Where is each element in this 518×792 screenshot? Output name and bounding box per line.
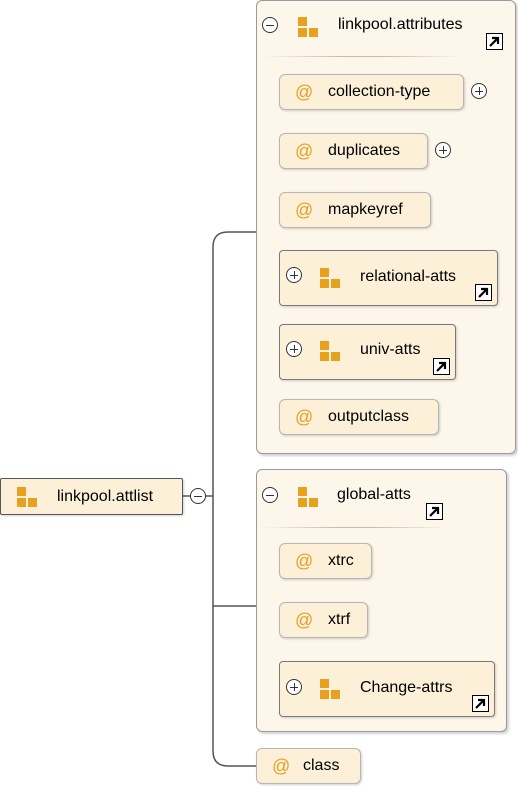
collapse-global-atts-button[interactable] (262, 487, 278, 503)
external-link-arrow-icon[interactable] (475, 284, 492, 301)
attribute-label: xtrc (328, 552, 354, 569)
root-attribute-group-node[interactable]: linkpool.attlist (0, 478, 183, 515)
attribute-duplicates[interactable]: @ duplicates (279, 133, 428, 169)
external-link-arrow-icon[interactable] (472, 695, 489, 712)
collapse-linkpool-attributes-button[interactable] (262, 17, 278, 33)
group-ref-label: relational-atts (360, 268, 457, 285)
expand-relational-atts-button[interactable] (286, 267, 302, 283)
at-icon: @ (295, 140, 314, 161)
group-separator (263, 56, 463, 57)
attribute-group-icon (298, 487, 318, 507)
attribute-label: class (303, 757, 340, 774)
expand-duplicates-button[interactable] (435, 142, 451, 158)
univ-atts-group-ref[interactable]: univ-atts (279, 324, 456, 380)
change-attrs-group-ref[interactable]: Change-attrs (279, 661, 495, 717)
at-icon: @ (295, 406, 314, 427)
attribute-label: xtrf (328, 611, 351, 628)
at-icon: @ (272, 755, 291, 776)
attribute-outputclass[interactable]: @ outputclass (279, 399, 439, 435)
expand-collection-type-button[interactable] (471, 83, 487, 99)
group-separator (263, 527, 448, 528)
attribute-group-icon (320, 268, 340, 288)
at-icon: @ (295, 199, 314, 220)
external-link-arrow-icon[interactable] (486, 33, 503, 50)
group-ref-label: univ-atts (360, 341, 421, 358)
collapse-root-button[interactable] (190, 488, 206, 504)
root-label: linkpool.attlist (57, 488, 154, 505)
external-link-arrow-icon[interactable] (433, 358, 450, 375)
attribute-group-icon (17, 487, 37, 507)
attribute-xtrf[interactable]: @ xtrf (279, 602, 368, 638)
attribute-xtrc[interactable]: @ xtrc (279, 543, 372, 579)
group-title: global-atts (337, 486, 411, 503)
external-link-arrow-icon[interactable] (426, 503, 443, 520)
attribute-group-icon (320, 341, 340, 361)
expand-change-attrs-button[interactable] (286, 679, 302, 695)
attribute-group-icon (298, 17, 318, 37)
relational-atts-group-ref[interactable]: relational-atts (279, 250, 498, 306)
expand-univ-atts-button[interactable] (286, 341, 302, 357)
group-title: linkpool.attributes (338, 16, 463, 33)
at-icon: @ (295, 609, 314, 630)
attribute-label: duplicates (328, 142, 401, 159)
attribute-mapkeyref[interactable]: @ mapkeyref (279, 192, 431, 228)
attribute-group-icon (320, 679, 340, 699)
attribute-class[interactable]: @ class (256, 748, 361, 784)
group-ref-label: Change-attrs (360, 679, 453, 696)
at-icon: @ (295, 81, 314, 102)
attribute-label: collection-type (328, 83, 431, 100)
attribute-label: mapkeyref (328, 201, 403, 218)
at-icon: @ (295, 550, 314, 571)
attribute-collection-type[interactable]: @ collection-type (279, 74, 464, 110)
attribute-label: outputclass (328, 408, 409, 425)
